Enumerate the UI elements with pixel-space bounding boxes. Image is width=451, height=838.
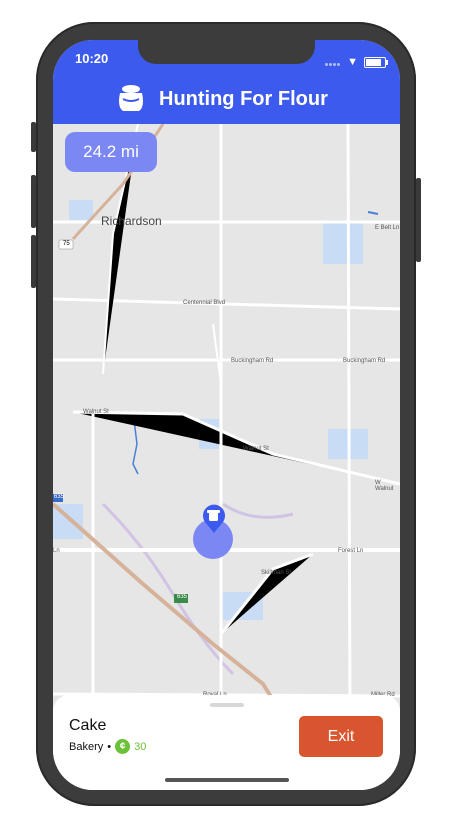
coin-icon: ¢ <box>115 739 131 754</box>
map-view[interactable]: Richardson Centennial Blvd Buckingham Rd… <box>53 123 400 726</box>
map-label-richardson: Richardson <box>101 214 162 228</box>
flour-sack-icon <box>113 79 149 120</box>
meta-separator: • <box>107 740 112 753</box>
exit-button[interactable]: Exit <box>299 716 383 757</box>
place-name: Cake <box>69 717 107 734</box>
signal-dots-icon <box>325 53 341 71</box>
map-label-walnut-1: Walnut St <box>83 409 109 415</box>
bottom-sheet[interactable]: Cake Bakery • ¢ 30 Exit <box>53 695 400 790</box>
phone-notch <box>138 40 315 64</box>
status-time: 10:20 <box>75 51 109 66</box>
wifi-icon: ▼ <box>347 56 358 68</box>
mixer-marker-icon[interactable] <box>201 504 227 534</box>
map-label-us75: 75 <box>63 241 70 247</box>
battery-level <box>366 58 381 66</box>
map-label-ln: Ln <box>53 548 60 554</box>
silent-switch <box>31 122 36 152</box>
app-title-bar: Hunting For Flour <box>113 79 328 120</box>
power-button <box>416 178 421 262</box>
map-label-buckingham-2: Buckingham Rd <box>343 358 386 364</box>
place-meta: Bakery • ¢ 30 <box>69 739 146 754</box>
place-category: Bakery <box>69 740 104 753</box>
volume-up-button <box>31 175 36 228</box>
map-label-buckingham-1: Buckingham Rd <box>231 358 274 364</box>
status-icons: ▼ <box>325 53 388 71</box>
map-label-walnut-2: Walnut St <box>243 446 269 452</box>
volume-down-button <box>31 235 36 288</box>
map-label-centennial: Centennial Blvd <box>183 300 226 306</box>
app-screen: Richardson Centennial Blvd Buckingham Rd… <box>53 40 400 790</box>
app-title: Hunting For Flour <box>159 88 328 110</box>
map-label-forest: Forest Ln <box>338 548 364 554</box>
map-label-skillman: Skillman St <box>261 570 292 576</box>
map-label-e-belt: E Belt Ln <box>375 225 400 231</box>
distance-badge: 24.2 mi <box>65 132 157 172</box>
map-label-i635-b: 635 <box>177 594 188 600</box>
sheet-drag-handle[interactable] <box>210 703 244 707</box>
battery-icon <box>364 56 388 68</box>
map-label-i635-a: 635 <box>54 494 65 500</box>
home-indicator <box>165 778 289 782</box>
map-label-w-walnut: W Walnut <box>375 480 394 492</box>
points-value: 30 <box>134 740 147 753</box>
